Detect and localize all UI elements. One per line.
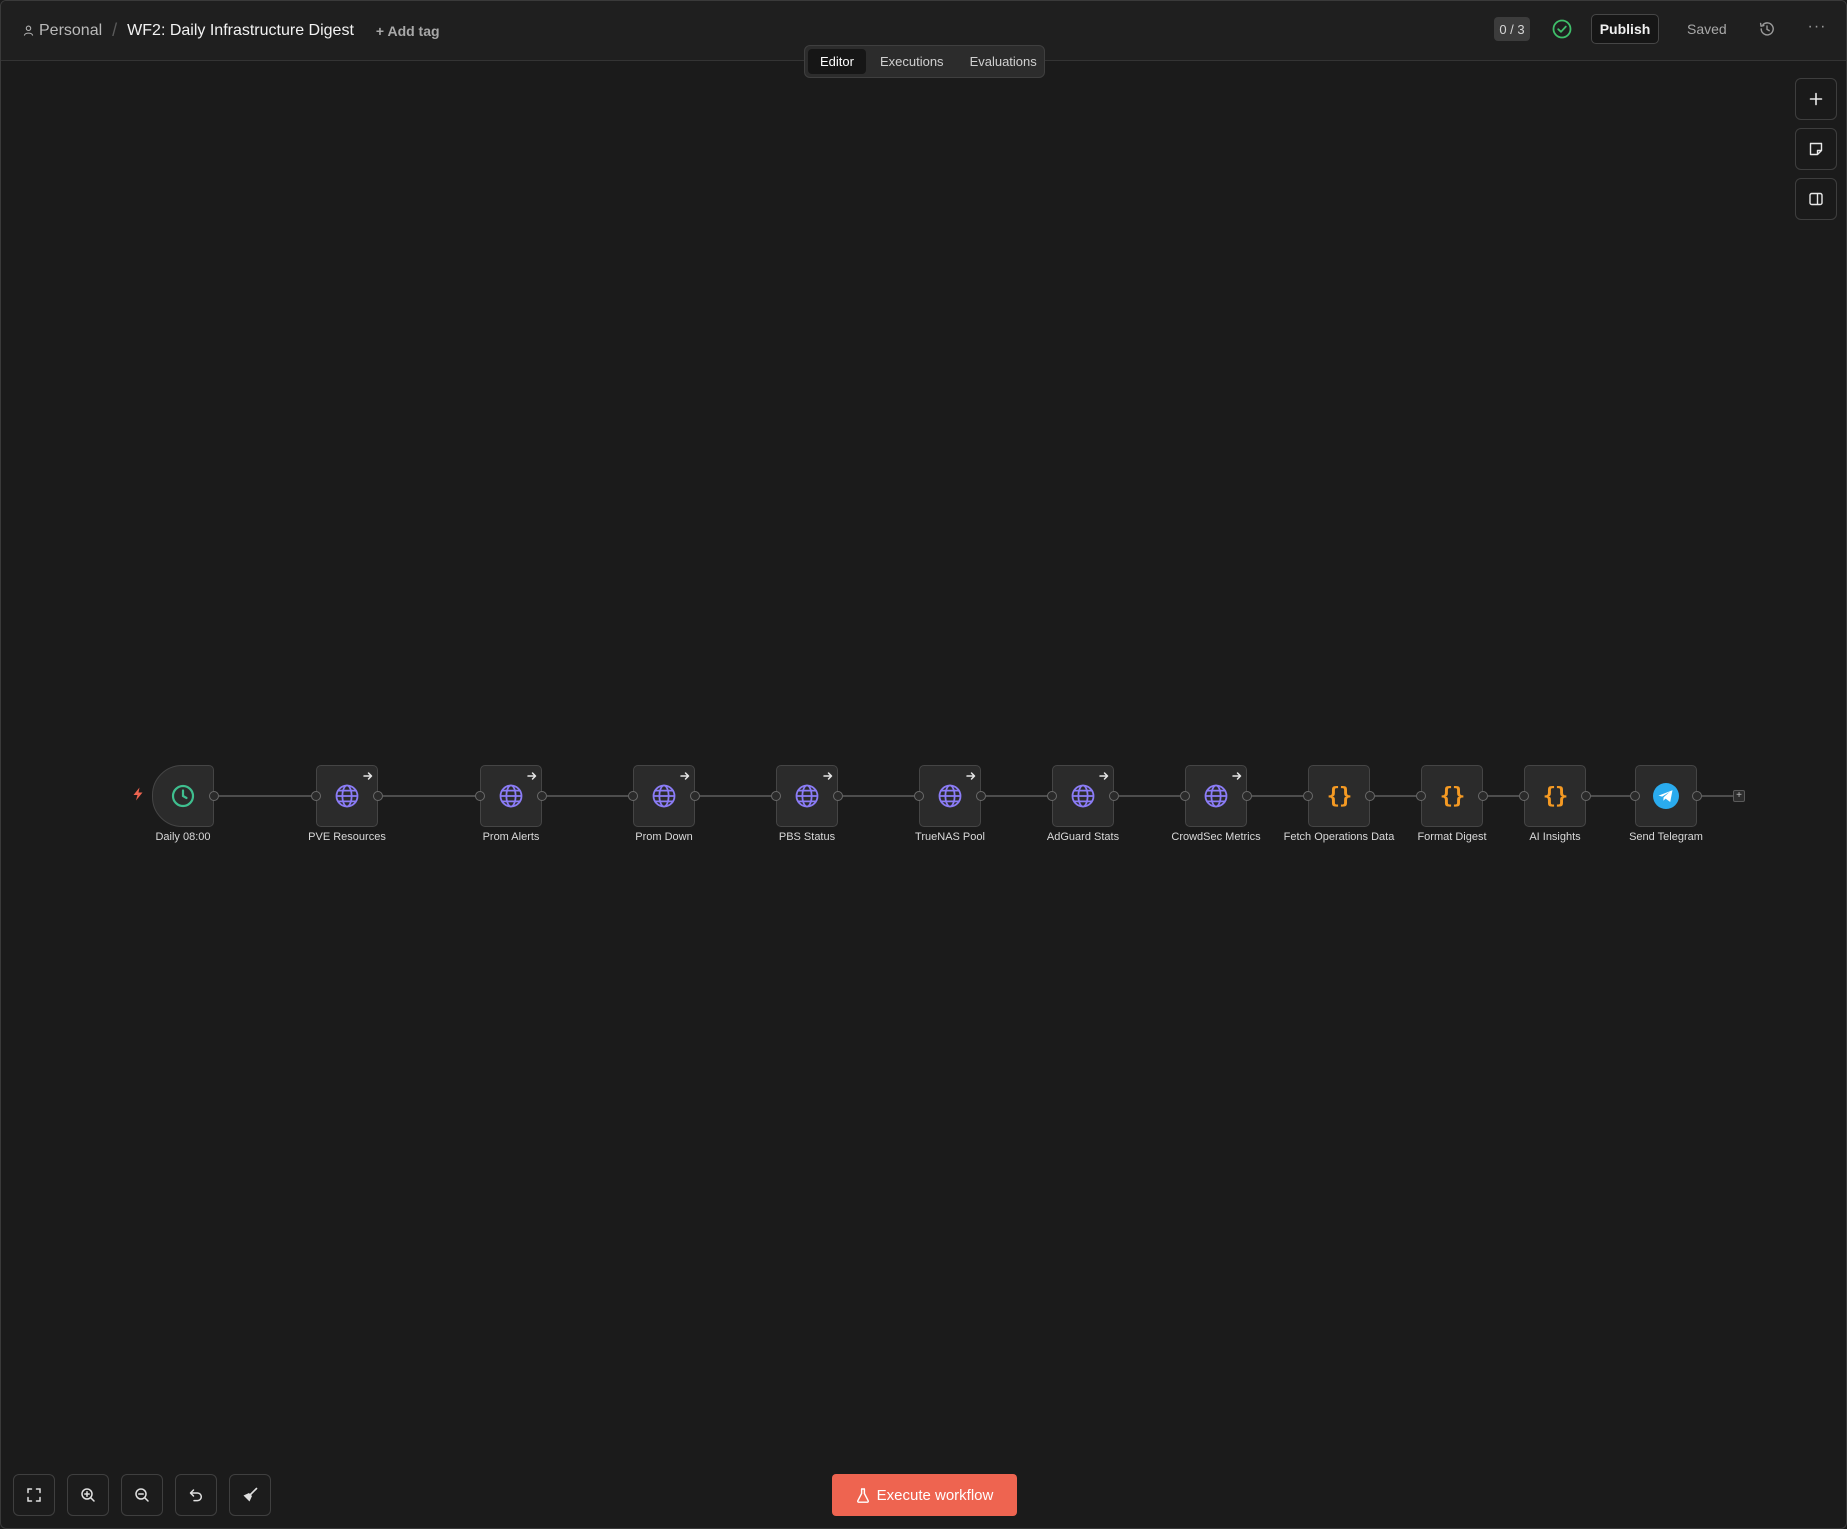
input-handle[interactable] [1047, 791, 1057, 801]
arrow-right-icon [965, 769, 977, 781]
project-crumb[interactable]: Personal [23, 22, 102, 40]
node-label: Daily 08:00 [155, 831, 211, 843]
node-label: Prom Down [635, 831, 693, 843]
input-handle[interactable] [1303, 791, 1313, 801]
fit-view-icon [27, 1488, 41, 1502]
saved-status: Saved [1687, 21, 1727, 37]
node-daily-08-00[interactable] [152, 765, 214, 827]
arrow-right-icon [679, 769, 691, 781]
user-icon [23, 25, 34, 36]
input-handle[interactable] [475, 791, 485, 801]
node-send-telegram[interactable] [1635, 765, 1697, 827]
breadcrumb: Personal / WF2: Daily Infrastructure Dig… [23, 20, 440, 41]
globe-icon [651, 783, 677, 809]
output-handle[interactable] [537, 791, 547, 801]
output-handle[interactable] [1365, 791, 1375, 801]
output-handle[interactable] [690, 791, 700, 801]
output-handle[interactable] [1109, 791, 1119, 801]
tab-executions[interactable]: Executions [868, 49, 956, 74]
globe-icon [334, 783, 360, 809]
more-options-icon[interactable]: ··· [1807, 19, 1827, 39]
zoom-out-icon [135, 1488, 149, 1502]
node-fetch-operations-data[interactable]: {} [1308, 765, 1370, 827]
broom-icon [243, 1487, 258, 1502]
node-crowdsec-metrics[interactable] [1185, 765, 1247, 827]
clock-icon [170, 783, 196, 809]
output-handle[interactable] [976, 791, 986, 801]
globe-icon [1203, 783, 1229, 809]
code-braces-icon: {} [1542, 783, 1568, 809]
input-handle[interactable] [1416, 791, 1426, 801]
input-handle[interactable] [1630, 791, 1640, 801]
output-handle[interactable] [373, 791, 383, 801]
execute-workflow-button[interactable]: Execute workflow [832, 1474, 1017, 1516]
output-handle[interactable] [1478, 791, 1488, 801]
add-next-node-button[interactable]: + [1733, 790, 1745, 802]
workflow-title[interactable]: WF2: Daily Infrastructure Digest [127, 22, 354, 40]
input-handle[interactable] [1519, 791, 1529, 801]
version-counter[interactable]: 0 / 3 [1494, 17, 1530, 41]
node-prom-down[interactable] [633, 765, 695, 827]
zoom-in-icon [81, 1488, 95, 1502]
output-handle[interactable] [209, 791, 219, 801]
input-handle[interactable] [311, 791, 321, 801]
node-format-digest[interactable]: {} [1421, 765, 1483, 827]
undo-icon [189, 1489, 203, 1502]
check-circle-icon [1552, 19, 1572, 39]
node-pbs-status[interactable] [776, 765, 838, 827]
node-truenas-pool[interactable] [919, 765, 981, 827]
view-tabs: Editor Executions Evaluations [804, 45, 1045, 78]
tab-editor[interactable]: Editor [808, 49, 866, 74]
globe-icon [498, 783, 524, 809]
trigger-bolt-icon [133, 787, 143, 801]
add-tag-button[interactable]: + Add tag [376, 23, 440, 39]
workflow-editor-window: Personal / WF2: Daily Infrastructure Dig… [0, 0, 1847, 1529]
node-ai-insights[interactable]: {} [1524, 765, 1586, 827]
telegram-icon [1652, 782, 1680, 810]
output-handle[interactable] [1242, 791, 1252, 801]
node-label: CrowdSec Metrics [1171, 831, 1261, 843]
code-braces-icon: {} [1439, 783, 1465, 809]
input-handle[interactable] [1180, 791, 1190, 801]
node-adguard-stats[interactable] [1052, 765, 1114, 827]
canvas-zoom-controls [13, 1474, 271, 1516]
tidy-up-button[interactable] [229, 1474, 271, 1516]
output-handle[interactable] [1692, 791, 1702, 801]
globe-icon [937, 783, 963, 809]
node-prom-alerts[interactable] [480, 765, 542, 827]
execute-workflow-label: Execute workflow [876, 1486, 994, 1504]
breadcrumb-separator: / [112, 20, 118, 40]
input-handle[interactable] [914, 791, 924, 801]
code-braces-icon: {} [1326, 783, 1352, 809]
node-pve-resources[interactable] [316, 765, 378, 827]
zoom-out-button[interactable] [121, 1474, 163, 1516]
history-icon[interactable] [1758, 20, 1776, 38]
undo-button[interactable] [175, 1474, 217, 1516]
flask-icon [856, 1487, 869, 1503]
fit-view-button[interactable] [13, 1474, 55, 1516]
node-label: Send Telegram [1629, 831, 1703, 843]
project-name: Personal [39, 21, 103, 39]
node-label: PBS Status [778, 831, 836, 843]
input-handle[interactable] [628, 791, 638, 801]
tab-evaluations[interactable]: Evaluations [958, 49, 1049, 74]
arrow-right-icon [822, 769, 834, 781]
output-handle[interactable] [833, 791, 843, 801]
zoom-in-button[interactable] [67, 1474, 109, 1516]
output-handle[interactable] [1581, 791, 1591, 801]
globe-icon [794, 783, 820, 809]
workflow-canvas[interactable]: Daily 08:00 PVE Resources Prom Alerts Prom … [1, 62, 1846, 1528]
node-label: TrueNAS Pool [915, 831, 985, 843]
arrow-right-icon [1231, 769, 1243, 781]
node-label: AdGuard Stats [1046, 831, 1120, 843]
arrow-right-icon [1098, 769, 1110, 781]
publish-button[interactable]: Publish [1591, 14, 1659, 44]
arrow-right-icon [362, 769, 374, 781]
arrow-right-icon [526, 769, 538, 781]
node-label: PVE Resources [308, 831, 386, 843]
node-label: Prom Alerts [482, 831, 540, 843]
input-handle[interactable] [771, 791, 781, 801]
globe-icon [1070, 783, 1096, 809]
